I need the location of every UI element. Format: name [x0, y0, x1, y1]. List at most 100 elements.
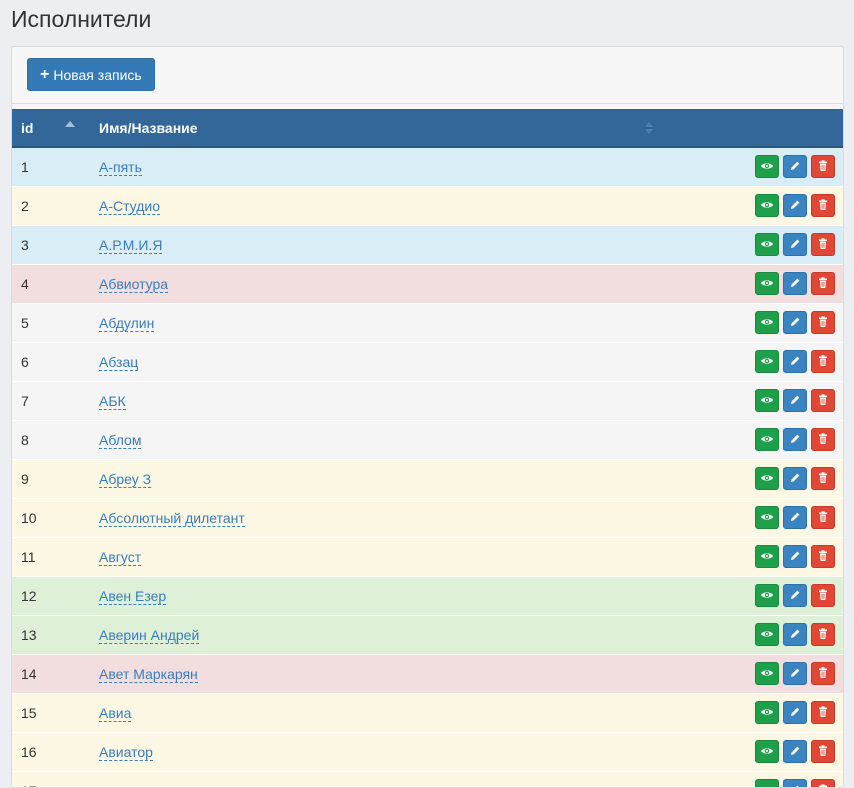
view-button[interactable]: [755, 233, 779, 256]
row-name-link[interactable]: А-Студио: [99, 197, 160, 215]
row-id: 16: [21, 743, 37, 760]
table-row: 6 Абзац: [12, 342, 843, 381]
row-name-link[interactable]: Абдулин: [99, 314, 155, 332]
row-actions: [751, 264, 843, 303]
view-button[interactable]: [755, 662, 779, 685]
row-name-cell: Абдулин: [99, 303, 751, 342]
edit-button[interactable]: [783, 506, 807, 529]
delete-button[interactable]: [811, 506, 835, 529]
row-name-link[interactable]: Авен Езер: [99, 587, 167, 605]
row-name-link[interactable]: Авет Маркарян: [99, 665, 198, 683]
row-name-link[interactable]: АБК: [99, 392, 126, 410]
row-name-link[interactable]: Аблом: [99, 431, 142, 449]
view-button[interactable]: [755, 467, 779, 490]
row-actions: [751, 537, 843, 576]
delete-button[interactable]: [811, 662, 835, 685]
delete-button[interactable]: [811, 389, 835, 412]
table-row: 15 Авиа: [12, 693, 843, 732]
delete-button[interactable]: [811, 272, 835, 295]
table-row: 9 Абреу З: [12, 459, 843, 498]
edit-button[interactable]: [783, 272, 807, 295]
row-actions: [751, 303, 843, 342]
edit-button[interactable]: [783, 467, 807, 490]
column-header-name[interactable]: Имя/Название: [99, 109, 751, 148]
delete-button[interactable]: [811, 623, 835, 646]
view-button[interactable]: [755, 311, 779, 334]
edit-button[interactable]: [783, 662, 807, 685]
edit-button[interactable]: [783, 350, 807, 373]
row-name-cell: Абвиотура: [99, 264, 751, 303]
row-id: 7: [21, 392, 29, 409]
performers-table: id Имя/Название 1 А-пять 2 А-Студио 3 А.Р.М.И…: [12, 109, 843, 787]
table-row: 16 Авиатор: [12, 732, 843, 771]
view-button[interactable]: [755, 272, 779, 295]
view-button[interactable]: [755, 584, 779, 607]
edit-button[interactable]: [783, 701, 807, 724]
sort-asc-icon: [65, 121, 75, 127]
row-name-link[interactable]: А-пять: [99, 158, 142, 176]
table-row: 7 АБК: [12, 381, 843, 420]
view-button[interactable]: [755, 389, 779, 412]
row-name-link[interactable]: Абсолютный дилетант: [99, 509, 245, 527]
row-name-link[interactable]: Аверин Андрей: [99, 626, 200, 644]
row-name-link[interactable]: Абреу З: [99, 470, 152, 488]
row-name-link[interactable]: Авиатор: [99, 743, 153, 761]
edit-button[interactable]: [783, 779, 807, 787]
delete-button[interactable]: [811, 155, 835, 179]
edit-button[interactable]: [783, 740, 807, 763]
row-name-cell: [99, 771, 751, 787]
delete-button[interactable]: [811, 428, 835, 451]
new-record-button[interactable]: + Новая запись: [27, 58, 155, 91]
plus-icon: +: [40, 65, 50, 83]
view-button[interactable]: [755, 194, 779, 217]
edit-button[interactable]: [783, 623, 807, 646]
delete-button[interactable]: [811, 194, 835, 217]
row-id: 13: [21, 626, 37, 643]
delete-button[interactable]: [811, 740, 835, 763]
delete-button[interactable]: [811, 233, 835, 256]
view-button[interactable]: [755, 350, 779, 373]
view-button[interactable]: [755, 623, 779, 646]
view-button[interactable]: [755, 428, 779, 451]
row-actions: [751, 771, 843, 787]
row-id: 5: [21, 314, 29, 331]
table-row: 14 Авет Маркарян: [12, 654, 843, 693]
row-name-cell: Абсолютный дилетант: [99, 498, 751, 537]
row-name-link[interactable]: Абвиотура: [99, 275, 169, 293]
delete-button[interactable]: [811, 545, 835, 568]
row-name-link[interactable]: А.Р.М.И.Я: [99, 236, 163, 254]
table-row: 3 А.Р.М.И.Я: [12, 225, 843, 264]
table-row: 1 А-пять: [12, 147, 843, 186]
view-button[interactable]: [755, 506, 779, 529]
row-name-cell: Авиатор: [99, 732, 751, 771]
edit-button[interactable]: [783, 311, 807, 334]
row-name-link[interactable]: Август: [99, 548, 142, 566]
edit-button[interactable]: [783, 155, 807, 179]
edit-button[interactable]: [783, 233, 807, 256]
edit-button[interactable]: [783, 194, 807, 217]
delete-button[interactable]: [811, 701, 835, 724]
edit-button[interactable]: [783, 389, 807, 412]
edit-button[interactable]: [783, 545, 807, 568]
delete-button[interactable]: [811, 779, 835, 787]
row-name-link[interactable]: Авиа: [99, 704, 132, 722]
table-row: 17: [12, 771, 843, 787]
row-name-link[interactable]: Абзац: [99, 353, 139, 371]
row-id: 8: [21, 431, 29, 448]
row-actions: [751, 693, 843, 732]
delete-button[interactable]: [811, 584, 835, 607]
row-actions: [751, 420, 843, 459]
column-header-id[interactable]: id: [12, 109, 99, 148]
view-button[interactable]: [755, 701, 779, 724]
row-actions: [751, 186, 843, 225]
delete-button[interactable]: [811, 311, 835, 334]
delete-button[interactable]: [811, 467, 835, 490]
table-row: 2 А-Студио: [12, 186, 843, 225]
view-button[interactable]: [755, 545, 779, 568]
edit-button[interactable]: [783, 428, 807, 451]
view-button[interactable]: [755, 779, 779, 787]
view-button[interactable]: [755, 740, 779, 763]
delete-button[interactable]: [811, 350, 835, 373]
view-button[interactable]: [755, 155, 779, 179]
edit-button[interactable]: [783, 584, 807, 607]
